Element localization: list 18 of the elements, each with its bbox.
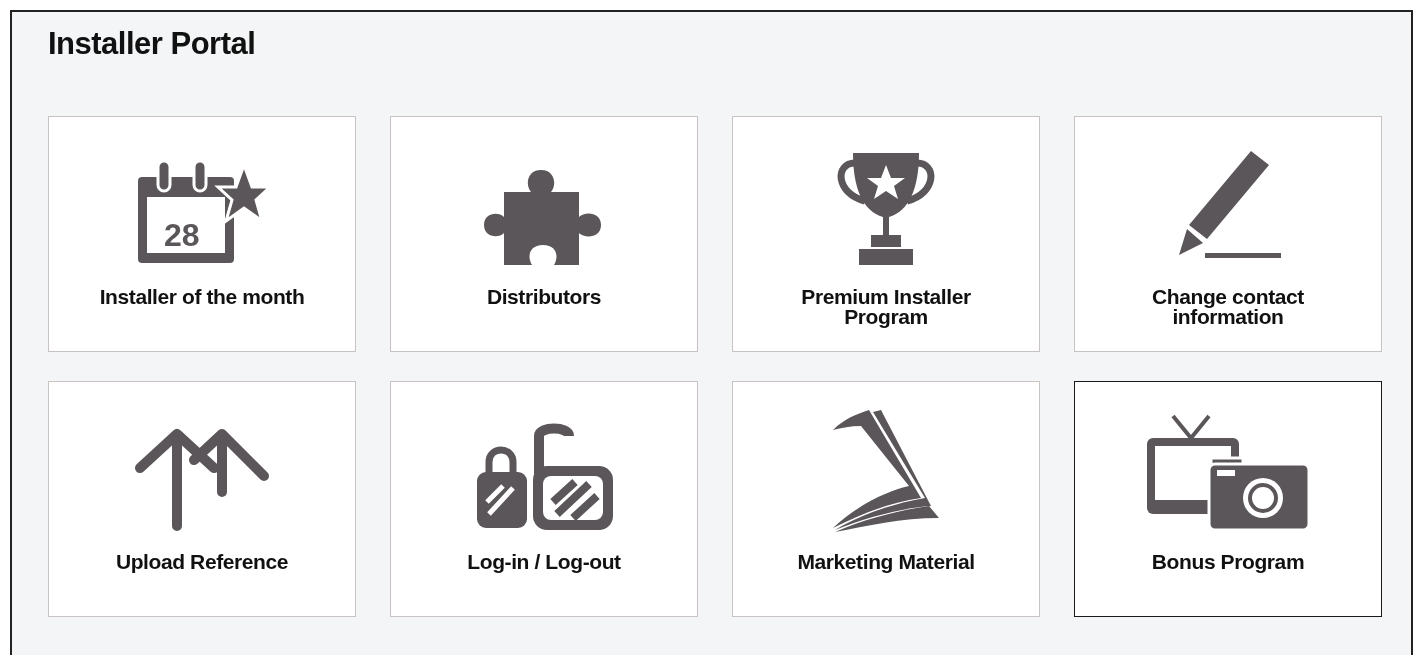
tile-label: Log-in / Log-out (467, 552, 621, 572)
portal-tile[interactable]: 28 Installer of the month (48, 116, 356, 352)
portal-tile[interactable]: Bonus Program (1074, 381, 1382, 617)
tile-label: Premium Installer Program (801, 287, 971, 327)
portal-tile[interactable]: Premium Installer Program (732, 116, 1040, 352)
tile-label: Distributors (486, 287, 602, 307)
page-title: Installer Portal (48, 26, 256, 62)
tile-label: Bonus Program (1151, 552, 1305, 572)
calendar-date: 28 (164, 219, 200, 251)
tile-label: Installer of the month (99, 287, 305, 307)
portal-tile[interactable]: Upload Reference (48, 381, 356, 617)
tile-label: Marketing Material (797, 552, 975, 572)
portal-tile[interactable]: Log-in / Log-out (390, 381, 698, 617)
portal-tile[interactable]: Change contact information (1074, 116, 1382, 352)
portal-tile[interactable]: Distributors (390, 116, 698, 352)
portal-tile[interactable]: Marketing Material (732, 381, 1040, 617)
tile-label: Upload Reference (115, 552, 289, 572)
tile-label: Change contact information (1152, 287, 1304, 327)
